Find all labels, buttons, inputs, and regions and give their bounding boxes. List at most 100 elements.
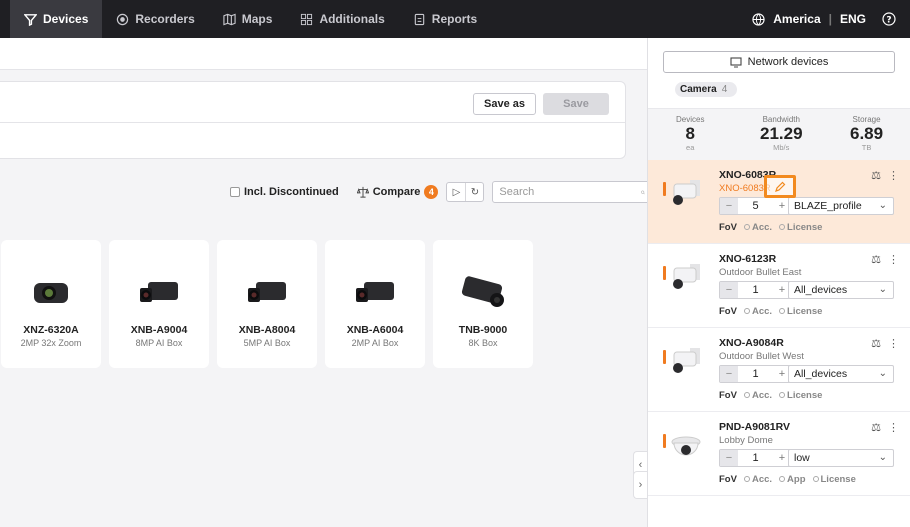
acc-option[interactable]: Acc. [743,222,772,233]
profile-value: low [794,452,810,464]
product-card[interactable]: XNB-A9004 8MP AI Box [109,240,209,368]
stat-label: Bandwidth [762,115,800,124]
more-icon[interactable]: ⋮ [888,421,899,434]
more-icon[interactable]: ⋮ [888,169,899,182]
device-alias: Outdoor Bullet West [719,351,804,362]
help-icon[interactable]: ? [882,12,896,26]
compare-icon[interactable]: ⚖ [871,421,881,434]
camera-tab-count: 4 [721,84,728,95]
product-card[interactable]: XNB-A6004 2MP AI Box [325,240,425,368]
fov-option[interactable]: FoV [719,390,737,401]
license-option[interactable]: License [779,222,822,233]
stat-storage: Storage 6.89 TB [850,115,883,152]
chevron-down-icon: ⌄ [878,452,887,463]
divider [0,122,625,123]
device-item[interactable]: XNO-A9084R Outdoor Bullet West ⚖ ⋮ − 1 +… [648,328,910,412]
more-icon[interactable]: ⋮ [888,337,899,350]
discontinued-label: Incl. Discontinued [244,186,339,198]
refresh-icon[interactable]: ↻ [465,183,483,201]
quantity-value: 1 [752,284,759,296]
product-desc: 2MP AI Box [351,338,399,348]
app-option[interactable]: App [779,474,806,485]
product-desc: 2MP 32x Zoom [20,338,82,348]
network-devices-label: Network devices [747,56,829,68]
acc-option[interactable]: Acc. [743,390,772,401]
stat-label: Devices [676,115,705,124]
compare-icon[interactable]: ⚖ [871,253,881,266]
device-actions: ⚖ ⋮ [871,169,899,182]
profile-value: All_devices [794,284,848,296]
stat-bandwidth: Bandwidth 21.29 Mb/s [760,115,803,152]
play-icon[interactable]: ▷ [447,183,465,201]
decrement-button[interactable]: − [720,450,738,466]
product-card[interactable]: XNB-A8004 5MP AI Box [217,240,317,368]
camera-tab-label: Camera [680,84,717,95]
stat-unit: ea [686,143,695,152]
save-as-button[interactable]: Save as [473,93,536,115]
save-button[interactable]: Save [543,93,609,115]
globe-icon[interactable] [752,12,765,26]
quantity-stepper[interactable]: − 5 + [719,197,792,215]
quantity-stepper[interactable]: − 1 + [719,449,792,467]
profile-select[interactable]: low ⌄ [788,449,894,467]
license-label: License [820,474,856,485]
decrement-button[interactable]: − [720,198,738,214]
tab-camera[interactable]: Camera 4 [675,82,737,97]
stat-label: Storage [852,115,881,124]
stat-value: 21.29 [760,124,803,143]
profile-select[interactable]: All_devices ⌄ [788,365,894,383]
search-box[interactable] [492,181,653,203]
tab-label: Reports [431,12,478,26]
bullet-camera-image [666,258,706,298]
fov-option[interactable]: FoV [719,306,737,317]
decrement-button[interactable]: − [720,366,738,382]
license-option[interactable]: License [779,390,822,401]
compare-icon[interactable]: ⚖ [871,337,881,350]
product-name: XNB-A9004 [130,324,188,336]
quantity-stepper[interactable]: − 1 + [719,281,792,299]
language-selector[interactable]: ENG [840,12,866,26]
license-label: License [787,306,823,317]
tab-maps[interactable]: Maps [209,0,287,38]
discontinued-checkbox[interactable] [230,187,240,197]
dome-camera-image [666,426,706,466]
more-icon[interactable]: ⋮ [888,253,899,266]
edit-alias-button[interactable] [764,175,796,198]
acc-option[interactable]: Acc. [743,306,773,317]
tab-recorders[interactable]: Recorders [102,0,208,38]
chevron-left-icon: ‹ [638,459,643,471]
acc-label: Acc. [751,306,773,317]
stat-value: 6.89 [850,124,884,143]
device-item[interactable]: XNO-6123R Outdoor Bullet East ⚖ ⋮ − 1 + … [648,244,910,328]
profile-select[interactable]: All_devices ⌄ [788,281,894,299]
fov-option[interactable]: FoV [719,222,737,233]
tab-label: Additionals [319,12,385,26]
device-item[interactable]: XNO-6083R XNO-6083R ⚖ ⋮ − 5 + BLAZE_prof… [648,160,910,244]
license-option[interactable]: License [812,474,856,485]
stat-unit: TB [861,143,872,152]
license-option[interactable]: License [779,306,822,317]
compare-button[interactable]: Compare 4 [356,185,439,199]
fov-option[interactable]: FoV [719,474,737,485]
quantity-stepper[interactable]: − 1 + [719,365,792,383]
device-actions: ⚖ ⋮ [871,253,899,266]
chevron-down-icon: ⌄ [878,368,887,379]
search-input[interactable] [499,186,642,198]
tab-additionals[interactable]: Additionals [286,0,398,38]
product-name: XNB-A6004 [346,324,404,336]
compare-icon[interactable]: ⚖ [871,169,881,182]
monitor-icon [730,56,742,67]
product-card[interactable]: XNZ-6320A 2MP 32x Zoom [1,240,101,368]
network-devices-button[interactable]: Network devices [663,51,895,73]
device-item[interactable]: PND-A9081RV Lobby Dome ⚖ ⋮ − 1 + low ⌄ F… [648,412,910,496]
decrement-button[interactable]: − [720,282,738,298]
expand-right-button[interactable]: › [633,471,647,499]
acc-option[interactable]: Acc. [743,474,772,485]
product-desc: 8MP AI Box [135,338,183,348]
profile-select[interactable]: BLAZE_profile ⌄ [788,197,894,215]
tab-reports[interactable]: Reports [399,0,491,38]
tab-devices[interactable]: Devices [10,0,103,38]
report-icon [414,13,425,25]
region-selector[interactable]: America [773,12,820,26]
product-card[interactable]: TNB-9000 8K Box [433,240,533,368]
